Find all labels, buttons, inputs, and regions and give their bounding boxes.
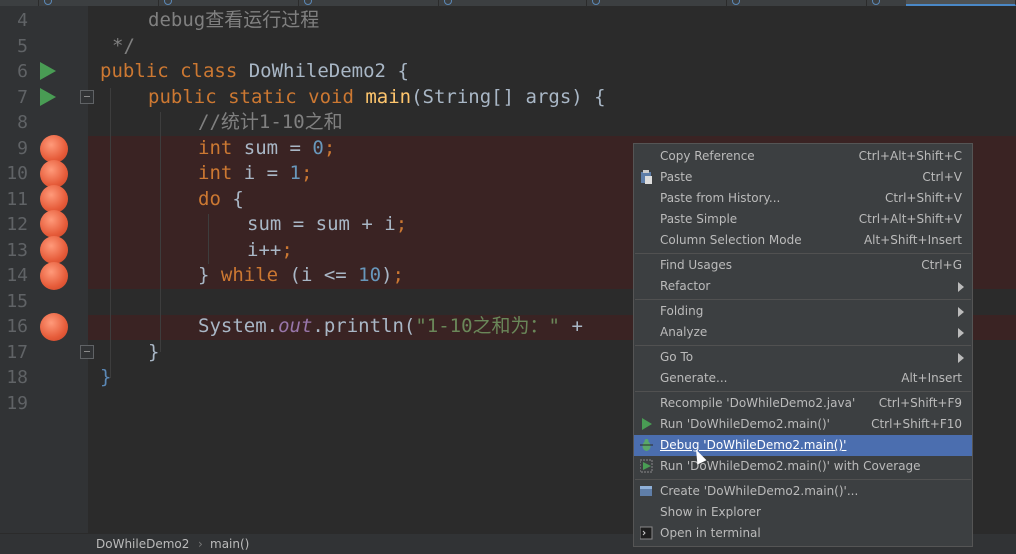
breakpoint-icon[interactable] [40, 313, 68, 341]
menu-item-run[interactable]: Run 'DoWhileDemo2.main()' Ctrl+Shift+F10 [634, 414, 972, 435]
breadcrumb-class[interactable]: DoWhileDemo2 [96, 537, 189, 551]
line-number: 6 [17, 61, 28, 82]
line-number: 16 [6, 316, 28, 337]
breakpoint-icon[interactable] [40, 262, 68, 290]
breakpoint-icon[interactable] [40, 185, 68, 213]
line-number: 9 [17, 137, 28, 159]
java-file-icon [164, 0, 172, 5]
menu-item-generate[interactable]: Generate... Alt+Insert [634, 368, 972, 389]
menu-item-column-selection-mode[interactable]: Column Selection Mode Alt+Shift+Insert [634, 230, 972, 251]
breakpoint-icon[interactable] [40, 135, 68, 163]
line-number: 19 [6, 392, 28, 414]
menu-item-analyze[interactable]: Analyze [634, 322, 972, 343]
run-main-gutter-icon[interactable] [40, 88, 56, 106]
code-line-7: public static void main(String[] args) { [148, 85, 606, 108]
menu-item-show-in-explorer[interactable]: Show in Explorer [634, 502, 972, 523]
menu-item-refactor[interactable]: Refactor [634, 276, 972, 297]
run-class-gutter-icon[interactable] [40, 62, 56, 80]
code-line-4: debug查看运行过程 [148, 9, 320, 31]
line-number: 5 [17, 35, 28, 57]
menu-separator [635, 345, 971, 346]
menu-item-create-configuration[interactable]: Create 'DoWhileDemo2.main()'... [634, 481, 972, 502]
line-number: 8 [17, 112, 28, 133]
line-number: 4 [17, 10, 28, 31]
breakpoint-icon[interactable] [40, 210, 68, 238]
breakpoint-icon[interactable] [40, 236, 68, 264]
menu-item-open-in-terminal[interactable]: Open in terminal [634, 523, 972, 544]
java-file-icon [304, 0, 312, 5]
code-line-18: } [100, 366, 112, 388]
line-number: 14 [6, 265, 28, 286]
class-name: DoWhileDemo2 [248, 60, 386, 82]
line-number: 15 [6, 290, 28, 312]
line-number: 12 [6, 214, 28, 235]
java-file-icon [592, 0, 600, 5]
code-line-8: //统计1-10之和 [198, 111, 343, 133]
menu-item-run-with-coverage[interactable]: Run 'DoWhileDemo2.main()' with Coverage [634, 456, 972, 477]
line-number: 11 [6, 188, 28, 210]
menu-item-paste-from-history[interactable]: Paste from History... Ctrl+Shift+V [634, 188, 972, 209]
line-number: 17 [6, 341, 28, 363]
menu-item-debug[interactable]: Debug 'DoWhileDemo2.main()' [634, 435, 972, 456]
menu-separator [635, 479, 971, 480]
create-config-icon [640, 486, 652, 496]
menu-item-copy-reference[interactable]: Copy Reference Ctrl+Alt+Shift+C [634, 146, 972, 167]
submenu-arrow-icon [958, 353, 964, 363]
code-line-10: int i = 1; [198, 162, 313, 184]
run-icon [642, 418, 652, 430]
editor-context-menu: Copy Reference Ctrl+Alt+Shift+C Paste Ctrl… [633, 143, 973, 547]
code-line-9: int sum = 0; [198, 136, 336, 159]
code-line-17: } [148, 340, 160, 363]
breadcrumb-separator: › [198, 537, 203, 551]
menu-separator [635, 253, 971, 254]
code-line-13: i++; [247, 238, 293, 261]
submenu-arrow-icon [958, 282, 964, 292]
breakpoint-icon[interactable] [40, 160, 68, 188]
java-file-icon [872, 0, 880, 5]
submenu-arrow-icon [958, 307, 964, 317]
java-file-icon [44, 0, 52, 5]
debug-icon [640, 439, 653, 451]
line-number: 10 [6, 163, 28, 184]
java-file-icon [732, 0, 740, 5]
coverage-icon [640, 459, 653, 473]
menu-item-paste[interactable]: Paste Ctrl+V [634, 167, 972, 188]
menu-item-paste-simple[interactable]: Paste Simple Ctrl+Alt+Shift+V [634, 209, 972, 230]
menu-item-find-usages[interactable]: Find Usages Ctrl+G [634, 255, 972, 276]
submenu-arrow-icon [958, 328, 964, 338]
java-file-icon [444, 0, 452, 5]
menu-item-go-to[interactable]: Go To [634, 347, 972, 368]
clipboard-icon [641, 170, 652, 184]
code-line-12: sum = sum + i; [247, 213, 408, 235]
code-line-16: System.out.println("1-10之和为：" + [198, 315, 583, 337]
menu-separator [635, 299, 971, 300]
line-number: 13 [6, 239, 28, 261]
code-line-11: do { [198, 187, 244, 210]
code-line-14: } while (i <= 10); [198, 264, 404, 286]
terminal-icon [640, 526, 653, 540]
code-line-6: public class DoWhileDemo2 { [100, 60, 409, 82]
breadcrumb-method[interactable]: main() [210, 537, 249, 551]
menu-item-folding[interactable]: Folding [634, 301, 972, 322]
line-number: 18 [6, 367, 28, 388]
line-number: 7 [17, 86, 28, 108]
menu-separator [635, 391, 971, 392]
menu-item-recompile[interactable]: Recompile 'DoWhileDemo2.java' Ctrl+Shift+… [634, 393, 972, 414]
code-line-5: */ [112, 34, 135, 57]
